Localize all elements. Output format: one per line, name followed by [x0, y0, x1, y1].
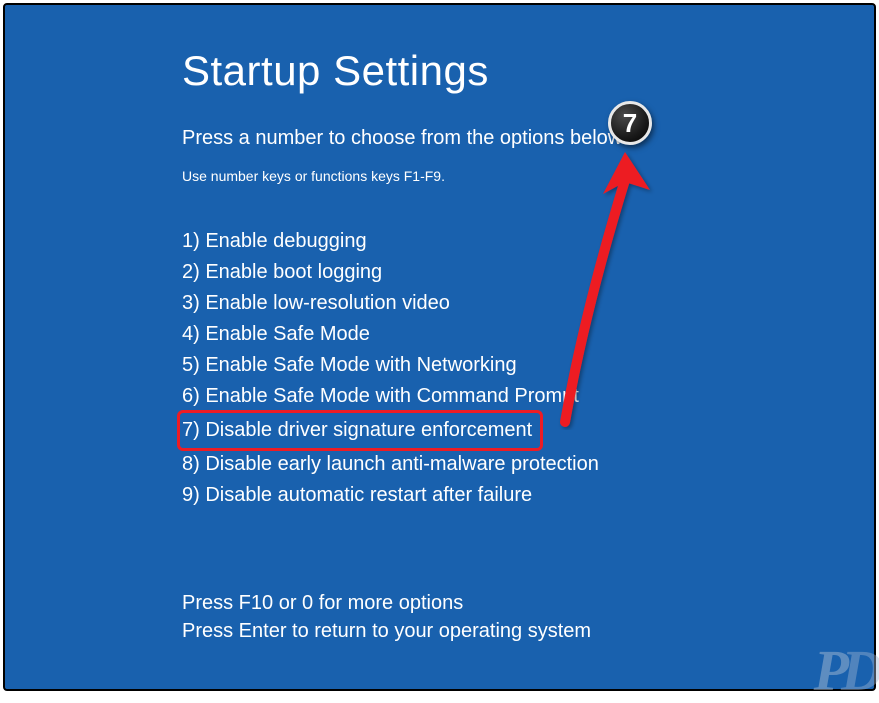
footer-more-options: Press F10 or 0 for more options [182, 589, 874, 617]
option-6-safe-mode-cmd[interactable]: 6) Enable Safe Mode with Command Prompt [182, 381, 579, 412]
highlight-box: 7) Disable driver signature enforcement [177, 410, 543, 451]
option-7-disable-driver-sig[interactable]: 7) Disable driver signature enforcement [182, 415, 532, 446]
page-title: Startup Settings [182, 47, 874, 95]
startup-settings-screen: Startup Settings Press a number to choos… [3, 3, 876, 691]
option-1-debugging[interactable]: 1) Enable debugging [182, 226, 367, 257]
option-9-disable-auto-restart[interactable]: 9) Disable automatic restart after failu… [182, 480, 532, 511]
option-4-safe-mode[interactable]: 4) Enable Safe Mode [182, 319, 370, 350]
instruction-text: Press a number to choose from the option… [182, 127, 874, 150]
annotation-badge-7: 7 [608, 101, 652, 145]
badge-number: 7 [623, 108, 637, 139]
option-5-safe-mode-networking[interactable]: 5) Enable Safe Mode with Networking [182, 350, 517, 381]
option-8-disable-antimalware[interactable]: 8) Disable early launch anti-malware pro… [182, 449, 599, 480]
hint-text: Use number keys or functions keys F1-F9. [182, 168, 874, 184]
option-3-low-res-video[interactable]: 3) Enable low-resolution video [182, 288, 450, 319]
startup-options-list: 1) Enable debugging 2) Enable boot loggi… [182, 226, 874, 511]
option-2-boot-logging[interactable]: 2) Enable boot logging [182, 257, 382, 288]
watermark-logo: PD [814, 642, 875, 700]
footer-return: Press Enter to return to your operating … [182, 617, 874, 645]
